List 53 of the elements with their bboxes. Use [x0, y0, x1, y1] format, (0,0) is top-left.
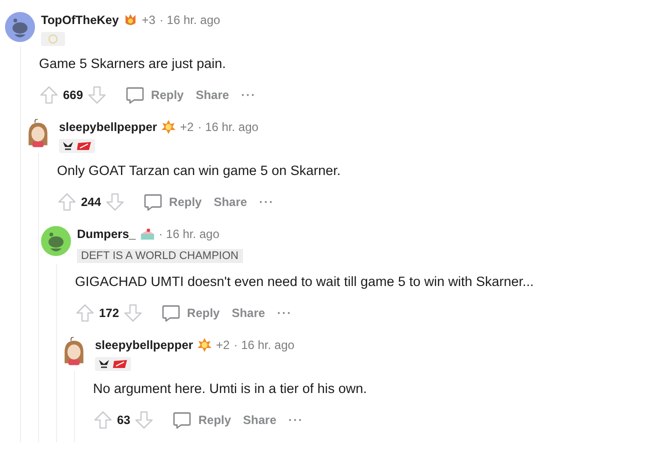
more-options-button[interactable]: ··· — [284, 411, 308, 429]
award-icon — [197, 338, 212, 352]
award-icon — [161, 120, 176, 134]
reply-button[interactable]: Reply — [157, 301, 224, 325]
upvote-icon[interactable] — [39, 85, 59, 105]
more-options-button[interactable]: ··· — [273, 304, 296, 322]
more-options-button[interactable]: ··· — [237, 86, 260, 104]
comment-icon — [125, 85, 146, 105]
timestamp: · 16 hr. ago — [158, 227, 220, 241]
username-link[interactable]: TopOfTheKey — [41, 13, 119, 27]
downvote-icon[interactable] — [105, 192, 126, 212]
award-count: +2 — [180, 120, 194, 134]
award-icon — [122, 13, 138, 27]
more-options-button[interactable]: ··· — [255, 193, 278, 211]
award-count: +2 — [216, 338, 230, 352]
team-logos-icon — [95, 357, 131, 371]
comment-icon — [161, 303, 182, 323]
downvote-icon[interactable] — [123, 303, 144, 323]
upvote-icon[interactable] — [93, 410, 113, 430]
downvote-icon[interactable] — [87, 85, 108, 105]
upvote-icon[interactable] — [57, 192, 77, 212]
share-button[interactable]: Share — [192, 86, 234, 104]
cake-icon — [140, 227, 155, 241]
downvote-icon[interactable] — [134, 410, 154, 430]
comment-icon — [172, 410, 192, 430]
comment-text: GIGACHAD UMTI doesn't even need to wait till game 5 to win with Skarner... — [75, 273, 535, 291]
share-button[interactable]: Share — [210, 193, 252, 211]
comment-icon — [143, 192, 164, 212]
share-button[interactable]: Share — [239, 411, 280, 429]
flair-emblem-icon — [41, 32, 65, 46]
username-link[interactable]: sleepybellpepper — [59, 120, 158, 134]
vote-count: 63 — [117, 413, 130, 427]
username-link[interactable]: sleepybellpepper — [95, 338, 194, 352]
award-count: +3 — [142, 13, 156, 27]
timestamp: · 16 hr. ago — [159, 13, 220, 27]
avatar-icon[interactable] — [5, 12, 35, 42]
timestamp: · 16 hr. ago — [234, 338, 294, 352]
comment-text: No argument here. Umti is in a tier of his own. — [93, 380, 368, 398]
comment-text: Game 5 Skarners are just pain. — [39, 55, 227, 73]
user-flair: DEFT IS A WORLD CHAMPION — [77, 249, 242, 263]
reply-button[interactable]: Reply — [121, 83, 188, 107]
username-link[interactable]: Dumpers_ — [77, 227, 136, 241]
comment-text: Only GOAT Tarzan can win game 5 on Skarner. — [57, 162, 342, 180]
team-logos-icon — [59, 139, 95, 153]
vote-count: 244 — [81, 195, 102, 209]
timestamp: · 16 hr. ago — [198, 120, 258, 134]
share-button[interactable]: Share — [228, 304, 270, 322]
reply-button[interactable]: Reply — [168, 408, 236, 432]
avatar-icon[interactable] — [41, 226, 71, 256]
vote-count: 669 — [63, 88, 84, 102]
reply-button[interactable]: Reply — [139, 190, 206, 214]
upvote-icon[interactable] — [75, 303, 95, 323]
vote-count: 172 — [99, 306, 120, 320]
